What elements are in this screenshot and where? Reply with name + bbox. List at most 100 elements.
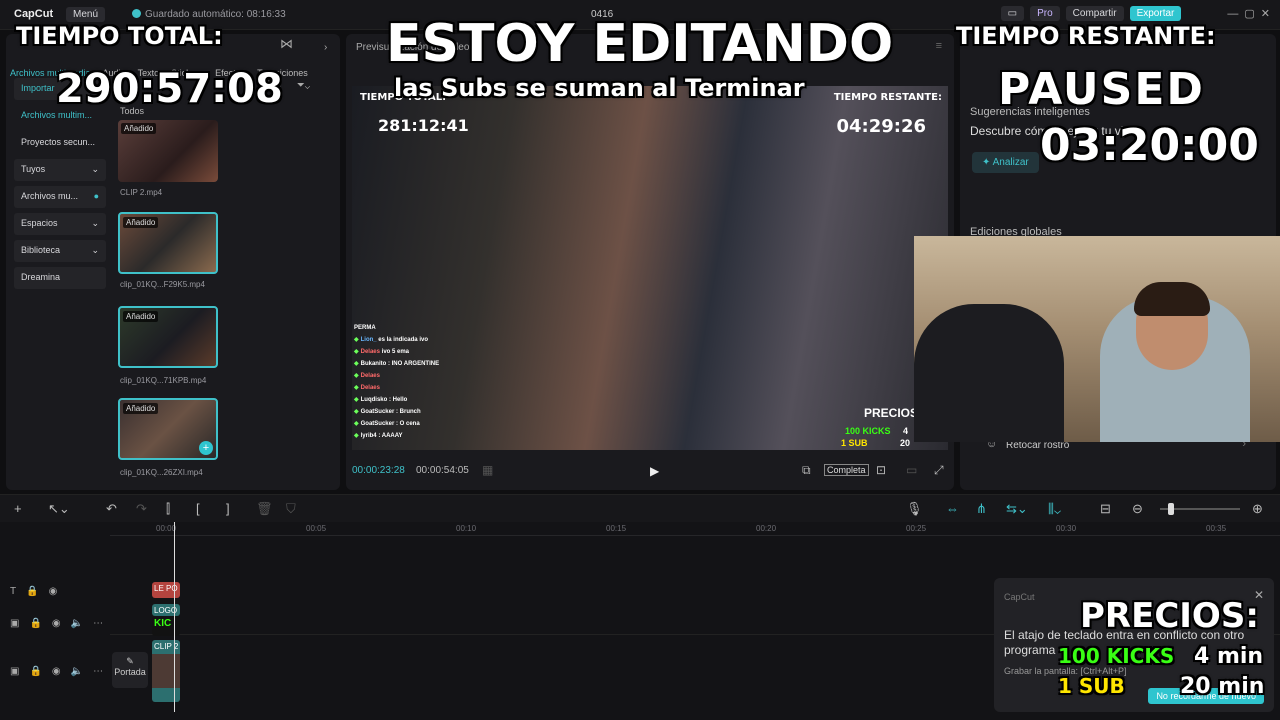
- chevron-down-icon: ⌄: [91, 218, 99, 228]
- media-filename: CLIP 2.mp4: [120, 188, 163, 197]
- chat-line: ◆ Delaes: [354, 373, 380, 379]
- close-icon[interactable]: ✕: [1261, 7, 1270, 20]
- eye-icon[interactable]: ◉: [52, 666, 61, 677]
- add-track-icon[interactable]: +: [14, 501, 22, 516]
- layout-icon[interactable]: ▭: [1000, 6, 1025, 21]
- split-right-icon[interactable]: ]: [226, 501, 230, 516]
- ruler-tick: 00:10: [456, 524, 477, 533]
- timeline-logo-clip[interactable]: LOGO: [152, 604, 180, 616]
- stream-chat: PERMA ◆ Lion_ es la indicada ivo ◆ Delaes …: [354, 322, 504, 442]
- dialog-brand: CapCut: [1004, 592, 1035, 602]
- chat-line: ◆ lyrib4 : AAAAY: [354, 433, 403, 439]
- timeline-toolbar: + ↖⌄ ↶ ↷ ⫿ [ ] 🗑 ⛉ 🎙 ⇔ ⋔ ⇆⌄ ⫼⌄ ⊟ ⊖ ⊕: [0, 494, 1280, 522]
- fit-complete-button[interactable]: Completa: [824, 464, 869, 476]
- auto-snap-icon[interactable]: ⋔: [976, 501, 987, 517]
- chevron-right-icon[interactable]: ›: [324, 42, 327, 53]
- overlay-track-controls: ▣ 🔒 ◉ 🔈 ⋯: [10, 618, 103, 629]
- lock-icon[interactable]: 🔒: [29, 666, 41, 677]
- video-total-value: 281:12:41: [378, 116, 469, 135]
- select-tool-icon[interactable]: ↖⌄: [48, 501, 70, 517]
- ruler-tick: 00:15: [606, 524, 627, 533]
- app-logo: CapCut: [14, 8, 54, 20]
- media-filename: clip_01KQ...71KPB.mp4: [120, 376, 207, 385]
- sidebar-item-dreamina[interactable]: Dreamina: [14, 267, 106, 289]
- eye-icon[interactable]: ◉: [52, 618, 61, 629]
- lock-icon[interactable]: 🔒: [26, 586, 38, 597]
- filter-icon[interactable]: ⏷⌄: [297, 80, 310, 91]
- eye-icon[interactable]: ◉: [49, 586, 58, 597]
- video-prices-label: PRECIOS: [863, 406, 918, 420]
- chat-line: ◆ Luqdisko : Hello: [354, 397, 408, 403]
- ruler-tick: 00:05: [306, 524, 327, 533]
- redo-icon[interactable]: ↷: [136, 501, 147, 517]
- sidebar-item-library[interactable]: Biblioteca ⌄: [14, 240, 106, 262]
- zoom-out-icon[interactable]: ⊖: [1132, 501, 1143, 517]
- maximize-icon[interactable]: ▢: [1244, 7, 1254, 20]
- timeline-overlay-clip[interactable]: KIC: [152, 616, 180, 636]
- chat-line: ◆ Delaes ivo 5 ema: [354, 349, 410, 355]
- ruler-tick: 00:35: [1206, 524, 1227, 533]
- person-right-hair: [1134, 282, 1210, 316]
- sidebar-item-secondary[interactable]: Proyectos secun...: [14, 132, 106, 154]
- shield-icon[interactable]: ⛉: [286, 501, 296, 517]
- split-icon[interactable]: ⫿: [166, 501, 170, 517]
- menu-icon[interactable]: ≡: [936, 40, 942, 52]
- minimize-icon[interactable]: —: [1227, 8, 1238, 20]
- media-thumb[interactable]: Añadido: [118, 306, 218, 368]
- play-button[interactable]: ▶: [650, 464, 659, 478]
- video-player: Previsualización de vídeo ≡ TIEMPO TOTAL…: [346, 34, 954, 490]
- ratio-icon[interactable]: ▭: [906, 463, 917, 477]
- zoom-slider-knob[interactable]: [1168, 503, 1174, 515]
- timeline-main-clip[interactable]: CLIP 2: [152, 640, 180, 702]
- overlay-remaining-value: 03:20:00: [1040, 120, 1259, 171]
- video-rest-value: 04:29:26: [836, 116, 926, 137]
- video-track-icon: ▣: [10, 666, 20, 677]
- menu-button[interactable]: Menú: [66, 7, 106, 22]
- check-icon: [132, 9, 141, 18]
- share-button[interactable]: Compartir: [1065, 6, 1124, 21]
- audio-icon[interactable]: 🔈: [71, 618, 83, 629]
- crop-icon[interactable]: ⧉: [802, 463, 811, 478]
- main-track-link-icon[interactable]: ⇔: [946, 501, 959, 516]
- playhead[interactable]: [174, 522, 175, 712]
- export-button[interactable]: Exportar: [1129, 6, 1182, 21]
- more-icon[interactable]: ⋯: [93, 618, 103, 629]
- sidebar-label: Proyectos secun...: [21, 137, 96, 147]
- sidebar-item-spaces[interactable]: Espacios ⌄: [14, 213, 106, 235]
- media-thumb[interactable]: Añadido +: [118, 398, 218, 460]
- split-left-icon[interactable]: [: [196, 501, 200, 516]
- microphone-icon[interactable]: 🎙: [906, 501, 923, 517]
- audio-icon[interactable]: 🔈: [71, 666, 83, 677]
- analyze-button[interactable]: ✦ Analizar: [972, 152, 1039, 173]
- video-kicks: 100 KICKS 4: [844, 426, 908, 436]
- time-ruler[interactable]: 00:00 00:05 00:10 00:15 00:20 00:25 00:3…: [110, 522, 1280, 536]
- video-preview[interactable]: TIEMPO TOTAL: 281:12:41 TIEMPO RESTANTE:…: [352, 86, 948, 450]
- pro-button[interactable]: Pro: [1030, 6, 1060, 21]
- autosave-status: Guardado automático: 08:16:33: [132, 9, 286, 20]
- more-icon[interactable]: ⋯: [93, 666, 103, 677]
- sidebar-item-media-2[interactable]: Archivos mu... ●: [14, 186, 106, 208]
- video-track-icon: ▣: [10, 618, 20, 629]
- cover-button[interactable]: ✎ Portada: [112, 652, 148, 688]
- timeline-fit-icon[interactable]: ⊟: [1100, 501, 1111, 517]
- undo-icon[interactable]: ↶: [106, 501, 117, 517]
- zoom-in-icon[interactable]: ⊕: [1252, 501, 1263, 517]
- preview-axis-icon[interactable]: ⫼⌄: [1048, 501, 1061, 517]
- lock-icon[interactable]: 🔒: [29, 618, 41, 629]
- fullscreen-icon[interactable]: ⤢: [934, 463, 944, 478]
- cover-label: Portada: [114, 667, 146, 677]
- chat-line: ◆ Lion_ es la indicada ivo: [354, 337, 428, 343]
- main-track-controls: ▣ 🔒 ◉ 🔈 ⋯: [10, 666, 103, 677]
- timeline-text-clip[interactable]: LE PO: [152, 582, 180, 598]
- added-badge: Añadido: [121, 123, 157, 134]
- linkage-icon[interactable]: ⇆⌄: [1006, 501, 1028, 517]
- media-thumb[interactable]: Añadido: [118, 212, 218, 274]
- media-thumb[interactable]: Añadido: [118, 120, 218, 182]
- overlay-heading: ESTOY EDITANDO: [386, 14, 894, 74]
- add-to-timeline-icon[interactable]: +: [199, 441, 213, 455]
- overlay-kicks-price: 4 min: [1194, 644, 1264, 669]
- grid-icon[interactable]: ▦: [482, 463, 493, 477]
- sidebar-item-yours[interactable]: Tuyos ⌄: [14, 159, 106, 181]
- snapshot-icon[interactable]: ⊡: [876, 463, 886, 477]
- delete-icon[interactable]: 🗑: [256, 501, 273, 517]
